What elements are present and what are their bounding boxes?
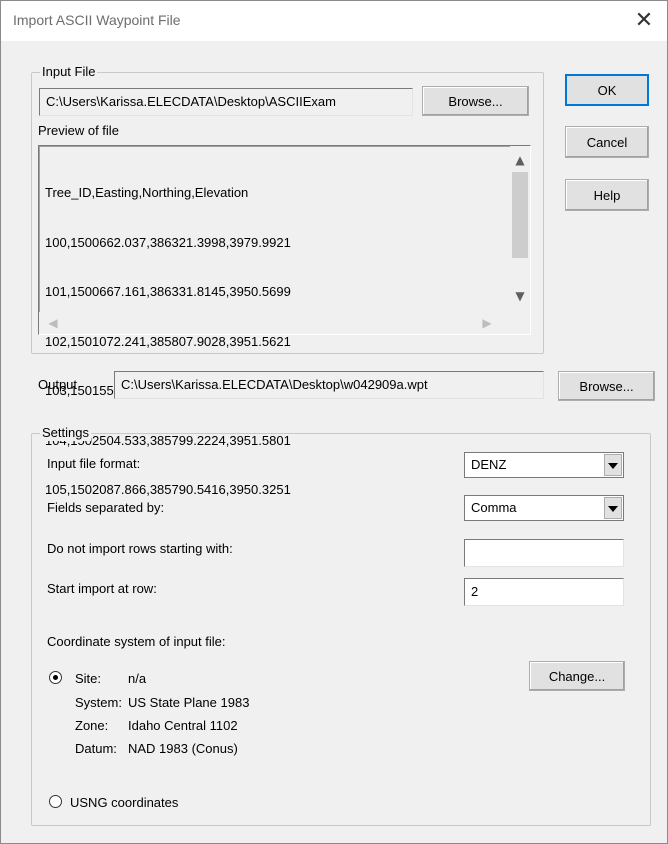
- coord-system-label: Coordinate system of input file:: [47, 634, 226, 649]
- input-format-label: Input file format:: [47, 456, 141, 471]
- skip-rows-input[interactable]: [464, 539, 624, 567]
- datum-value: NAD 1983 (Conus): [128, 741, 238, 756]
- preview-line: Tree_ID,Easting,Northing,Elevation: [45, 185, 249, 200]
- import-ascii-waypoint-dialog: Import ASCII Waypoint File ✕ Input File …: [0, 0, 668, 844]
- scroll-thumb[interactable]: [512, 172, 528, 258]
- settings-group: Settings: [31, 425, 651, 826]
- start-row-label: Start import at row:: [47, 581, 157, 596]
- cancel-button[interactable]: Cancel: [565, 126, 649, 158]
- output-path-field[interactable]: C:\Users\Karissa.ELECDATA\Desktop\w04290…: [114, 371, 544, 399]
- output-label: Output: [38, 377, 78, 392]
- preview-line: 100,1500662.037,386321.3998,3979.9921: [45, 234, 291, 250]
- preview-line: 101,1500667.161,386331.8145,3950.5699: [45, 284, 291, 299]
- datum-label: Datum:: [75, 741, 117, 756]
- separator-chevron-down-icon[interactable]: [604, 497, 622, 519]
- system-value: US State Plane 1983: [128, 695, 250, 710]
- close-icon[interactable]: ✕: [621, 1, 667, 41]
- input-format-chevron-down-icon[interactable]: [604, 454, 622, 476]
- site-value: n/a: [128, 671, 147, 686]
- scroll-right-icon[interactable]: ▶: [477, 313, 497, 333]
- separator-dropdown[interactable]: Comma: [464, 495, 624, 521]
- ok-button[interactable]: OK: [565, 74, 649, 106]
- preview-horizontal-scrollbar[interactable]: ◀ ▶: [39, 312, 530, 334]
- zone-label: Zone:: [75, 718, 109, 733]
- skip-rows-label: Do not import rows starting with:: [47, 541, 233, 556]
- preview-label: Preview of file: [38, 123, 119, 138]
- scroll-left-icon[interactable]: ◀: [43, 313, 63, 333]
- preview-vertical-scrollbar[interactable]: ▲ ▼: [510, 146, 530, 312]
- input-format-dropdown[interactable]: DENZ: [464, 452, 624, 478]
- scroll-down-icon[interactable]: ▼: [510, 286, 530, 306]
- usng-radio[interactable]: [49, 795, 62, 808]
- scroll-up-icon[interactable]: ▲: [510, 150, 530, 170]
- separator-value: Comma: [471, 500, 517, 515]
- title-bar: Import ASCII Waypoint File ✕: [1, 1, 667, 41]
- help-button[interactable]: Help: [565, 179, 649, 211]
- site-radio[interactable]: [49, 671, 62, 684]
- preview-line: 102,1501072.241,385807.9028,3951.5621: [45, 333, 291, 349]
- settings-group-label: Settings: [40, 425, 91, 441]
- start-row-input[interactable]: 2: [464, 578, 624, 606]
- file-preview-box[interactable]: Tree_ID,Easting,Northing,Elevation 100,1…: [38, 145, 531, 497]
- usng-label: USNG coordinates: [70, 795, 179, 810]
- input-file-group-label: Input File: [40, 64, 98, 80]
- system-label: System:: [75, 695, 122, 710]
- dialog-title: Import ASCII Waypoint File: [13, 12, 181, 28]
- input-file-path-field[interactable]: C:\Users\Karissa.ELECDATA\Desktop\ASCIIE…: [39, 88, 413, 116]
- zone-value: Idaho Central 1102: [128, 718, 238, 733]
- change-coordinate-system-button[interactable]: Change...: [529, 661, 625, 691]
- separator-label: Fields separated by:: [47, 500, 165, 515]
- input-format-value: DENZ: [471, 457, 507, 472]
- site-label: Site:: [75, 671, 102, 686]
- input-browse-button[interactable]: Browse...: [422, 86, 529, 116]
- output-browse-button[interactable]: Browse...: [558, 371, 655, 401]
